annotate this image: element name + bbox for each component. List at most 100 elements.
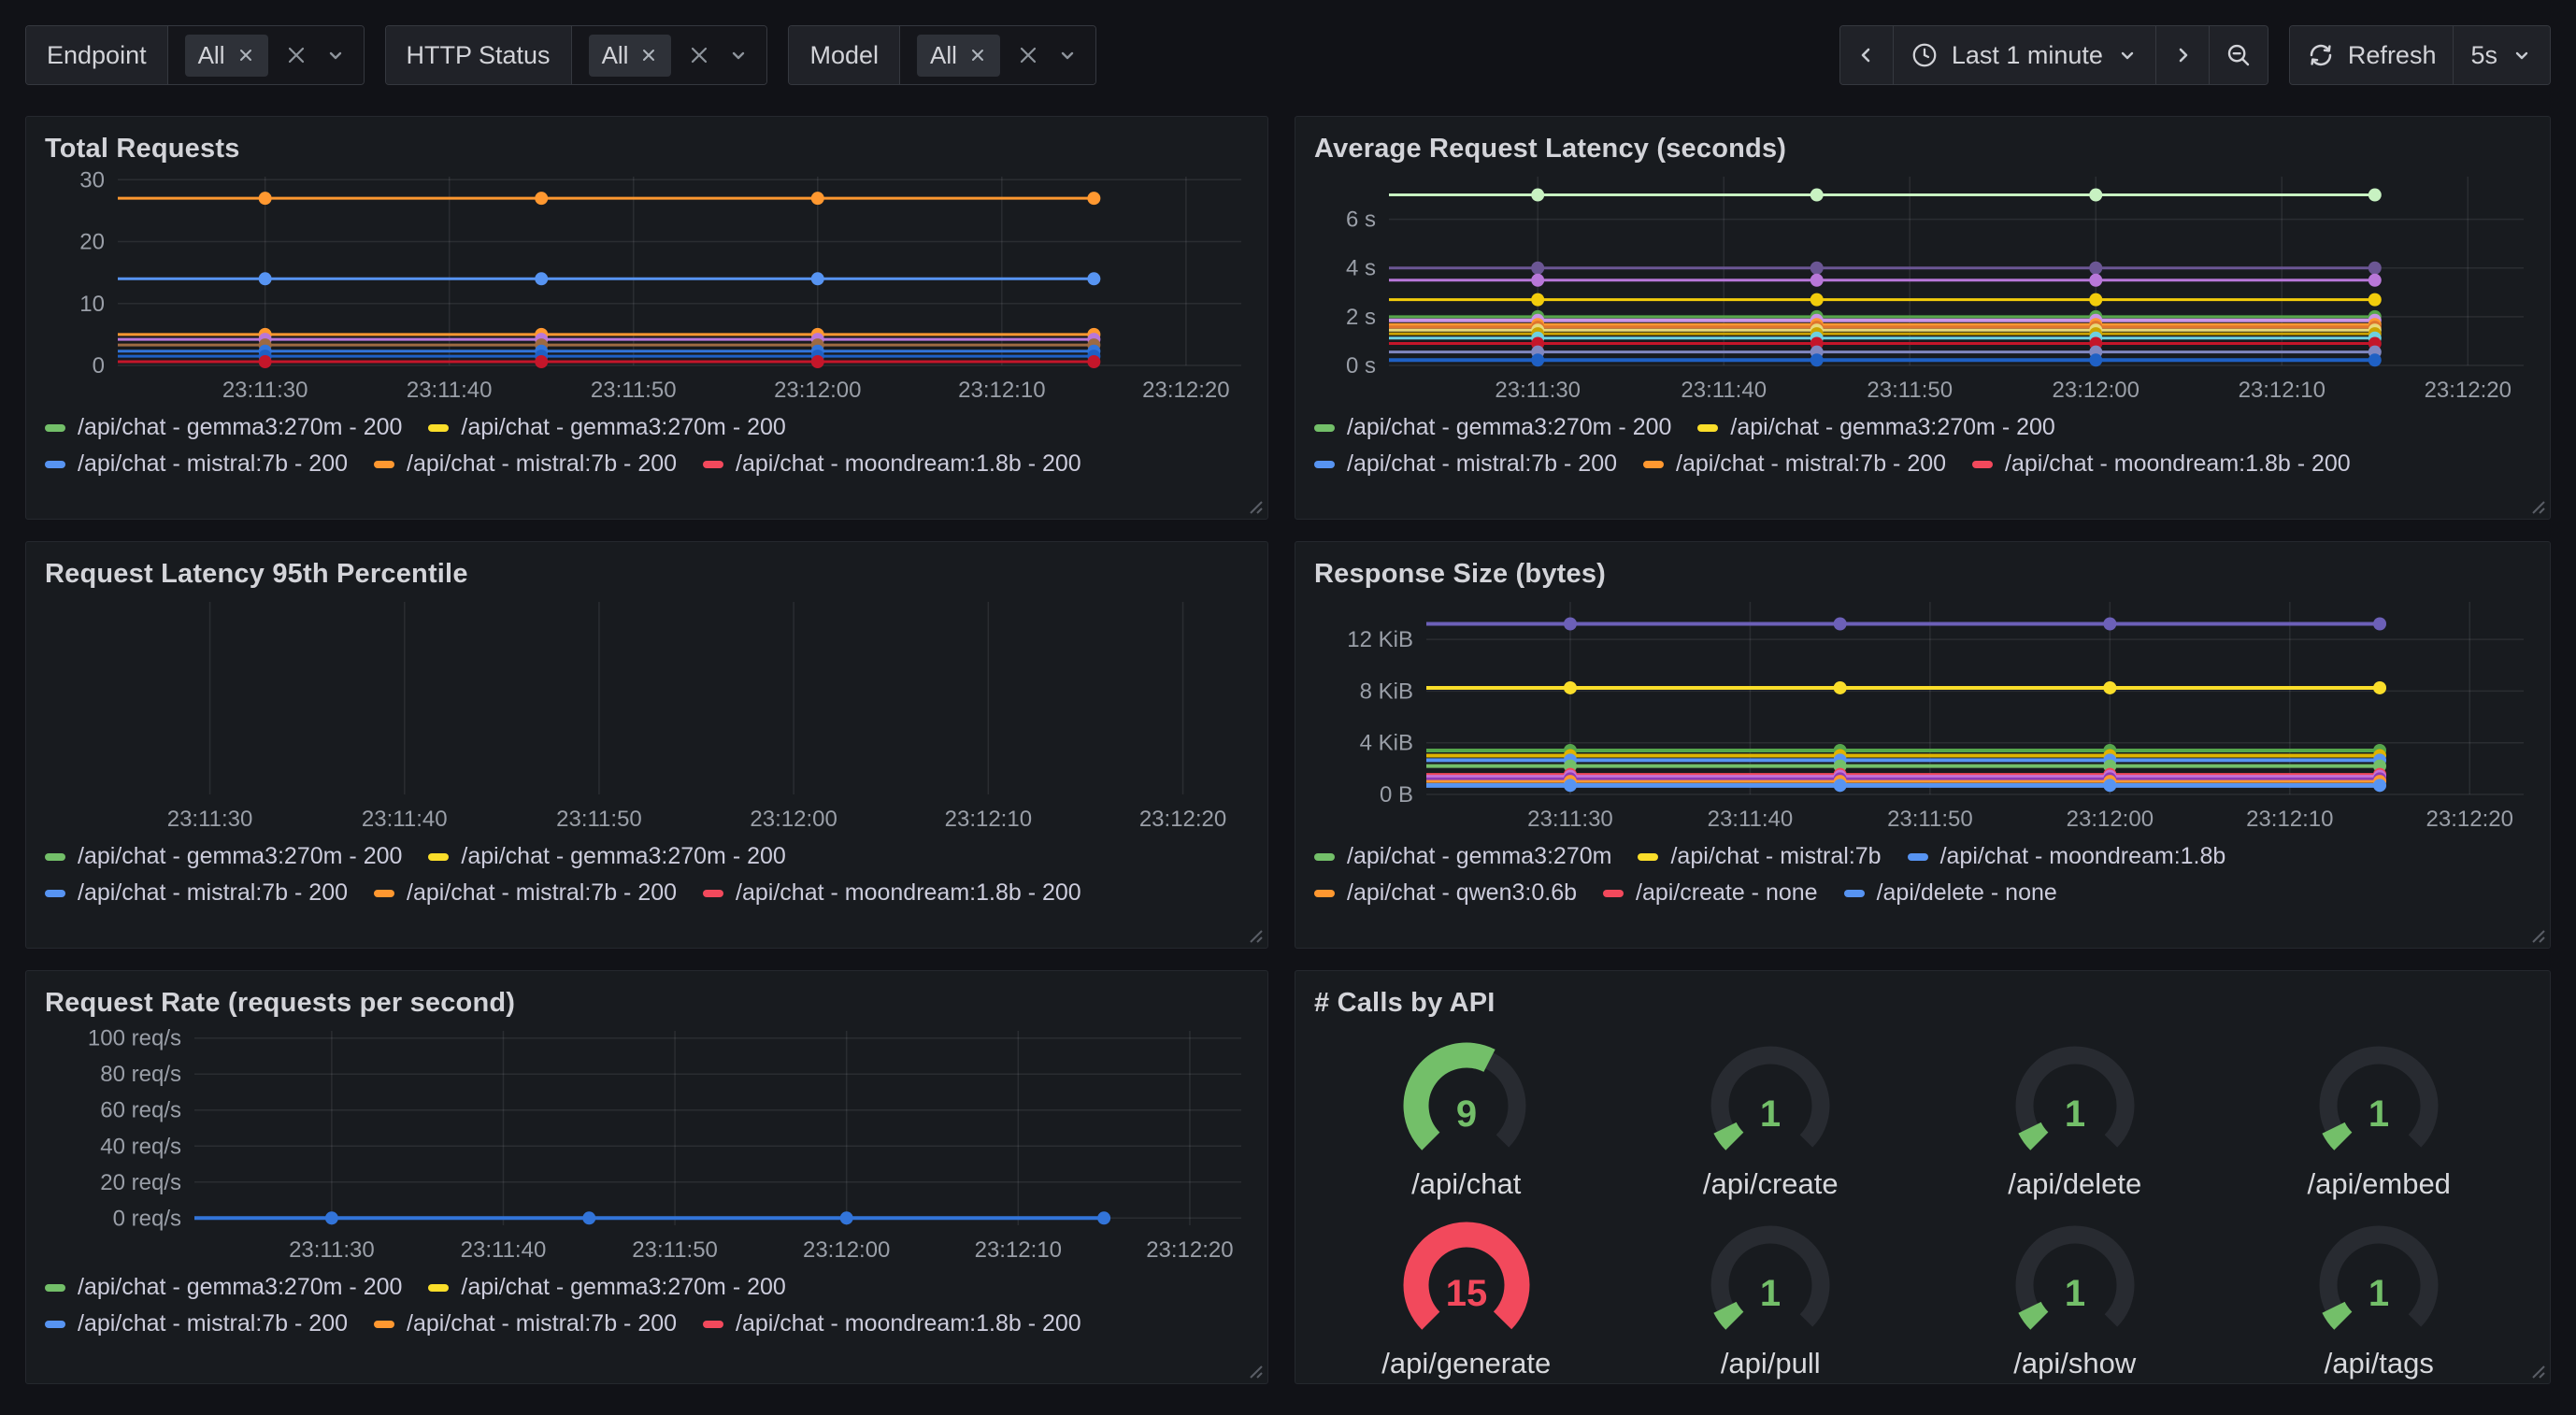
time-shift-forward-button[interactable] — [2155, 26, 2209, 84]
svg-text:23:12:20: 23:12:20 — [1142, 378, 1229, 403]
legend-item[interactable]: /api/chat - mistral:7b - 200 — [45, 879, 348, 907]
filter-endpoint[interactable]: Endpoint All — [25, 25, 365, 85]
legend-row: /api/chat - mistral:7b - 200/api/chat - … — [1314, 450, 2531, 478]
legend-row: /api/chat - mistral:7b - 200/api/chat - … — [45, 1310, 1249, 1337]
chevron-down-icon[interactable] — [1056, 44, 1079, 66]
panel-title[interactable]: Request Rate (requests per second) — [45, 984, 1249, 1022]
svg-text:23:12:00: 23:12:00 — [774, 378, 861, 403]
filter-model-value[interactable]: All — [900, 26, 1095, 84]
legend-item[interactable]: /api/chat - moondream:1.8b - 200 — [703, 879, 1081, 907]
gauge-/api/embed: 1/api/embed — [2227, 1033, 2532, 1201]
timeseries-chart[interactable]: 23:11:3023:11:4023:11:5023:12:0023:12:10… — [45, 596, 1251, 836]
legend-item[interactable]: /api/chat - mistral:7b - 200 — [1643, 450, 1946, 478]
zoom-out-time-button[interactable] — [2209, 26, 2268, 84]
svg-text:23:11:50: 23:11:50 — [1887, 807, 1973, 832]
close-icon[interactable] — [688, 44, 710, 66]
timeseries-chart[interactable]: 23:11:3023:11:4023:11:5023:12:0023:12:10… — [45, 1025, 1251, 1266]
legend-swatch-icon — [1643, 461, 1664, 468]
filter-http-status-value[interactable]: All — [572, 26, 767, 84]
legend-item[interactable]: /api/chat - moondream:1.8b - 200 — [703, 1310, 1081, 1337]
panel-title[interactable]: Response Size (bytes) — [1314, 555, 2531, 593]
filter-endpoint-chip[interactable]: All — [185, 35, 268, 77]
legend-swatch-icon — [374, 461, 394, 468]
gauge-endpoint-label: /api/tags — [2325, 1347, 2434, 1380]
refresh-interval-button[interactable]: 5s — [2453, 26, 2550, 84]
legend-item[interactable]: /api/delete - none — [1844, 879, 2057, 907]
legend-item[interactable]: /api/chat - mistral:7b - 200 — [374, 450, 677, 478]
diagonal-resize-icon[interactable] — [2529, 498, 2546, 515]
filter-model[interactable]: Model All — [788, 25, 1095, 85]
legend-swatch-icon — [374, 890, 394, 897]
filter-http-status-chip[interactable]: All — [589, 35, 672, 77]
legend-item[interactable]: /api/chat - mistral:7b - 200 — [374, 879, 677, 907]
legend-item[interactable]: /api/chat - gemma3:270m — [1314, 843, 1611, 870]
close-icon[interactable] — [968, 46, 987, 64]
diagonal-resize-icon[interactable] — [1247, 927, 1264, 944]
legend-item[interactable]: /api/chat - gemma3:270m - 200 — [1697, 414, 2054, 441]
panel-title[interactable]: Total Requests — [45, 130, 1249, 167]
panel-title[interactable]: Average Request Latency (seconds) — [1314, 130, 2531, 167]
legend-swatch-icon — [45, 1321, 65, 1328]
svg-text:20 req/s: 20 req/s — [100, 1170, 181, 1195]
timeseries-chart[interactable]: 23:11:3023:11:4023:11:5023:12:0023:12:10… — [45, 171, 1251, 407]
legend-swatch-icon — [1972, 461, 1993, 468]
svg-text:0 s: 0 s — [1346, 353, 1376, 379]
gauge-endpoint-label: /api/create — [1703, 1167, 1839, 1201]
diagonal-resize-icon[interactable] — [2529, 927, 2546, 944]
chevron-right-icon — [2171, 44, 2194, 66]
legend-item[interactable]: /api/chat - gemma3:270m - 200 — [45, 843, 402, 870]
diagonal-resize-icon[interactable] — [2529, 1363, 2546, 1379]
legend-item[interactable]: /api/chat - mistral:7b - 200 — [374, 1310, 677, 1337]
svg-text:23:11:50: 23:11:50 — [1867, 378, 1953, 403]
time-controls: Last 1 minute Refresh 5s — [1839, 25, 2551, 85]
legend-item[interactable]: /api/chat - gemma3:270m - 200 — [428, 414, 785, 441]
gauge-arc: 9 — [1387, 1033, 1546, 1169]
legend-item[interactable]: /api/chat - qwen3:0.6b — [1314, 879, 1577, 907]
legend-item[interactable]: /api/chat - gemma3:270m - 200 — [428, 1274, 785, 1301]
legend-row: /api/chat - gemma3:270m - 200/api/chat -… — [45, 414, 1249, 441]
filter-http-status[interactable]: HTTP Status All — [385, 25, 768, 85]
close-icon[interactable] — [1017, 44, 1039, 66]
legend-item[interactable]: /api/chat - gemma3:270m - 200 — [1314, 414, 1671, 441]
panel-title[interactable]: # Calls by API — [1314, 984, 2531, 1022]
refresh-button[interactable]: Refresh — [2290, 26, 2454, 84]
time-shift-back-button[interactable] — [1840, 26, 1893, 84]
filter-http-status-chip-text: All — [602, 41, 629, 70]
legend-item[interactable]: /api/chat - gemma3:270m - 200 — [428, 843, 785, 870]
legend-item[interactable]: /api/chat - moondream:1.8b - 200 — [703, 450, 1081, 478]
svg-text:23:11:50: 23:11:50 — [556, 807, 642, 832]
diagonal-resize-icon[interactable] — [1247, 498, 1264, 515]
timeseries-chart[interactable]: 23:11:3023:11:4023:11:5023:12:0023:12:10… — [1314, 596, 2533, 836]
legend-label: /api/chat - gemma3:270m - 200 — [1730, 414, 2054, 441]
filter-endpoint-label: Endpoint — [26, 26, 168, 84]
legend-item[interactable]: /api/chat - gemma3:270m - 200 — [45, 414, 402, 441]
panel-request-latency-95th: Request Latency 95th Percentile 23:11:30… — [25, 541, 1268, 949]
legend-row: /api/chat - mistral:7b - 200/api/chat - … — [45, 450, 1249, 478]
chevron-down-icon[interactable] — [727, 44, 750, 66]
svg-text:23:11:30: 23:11:30 — [167, 807, 253, 832]
legend-item[interactable]: /api/chat - mistral:7b - 200 — [45, 450, 348, 478]
svg-text:23:12:10: 23:12:10 — [945, 807, 1032, 832]
legend-item[interactable]: /api/create - none — [1603, 879, 1818, 907]
time-range-group: Last 1 minute — [1839, 25, 2268, 85]
timeseries-chart[interactable]: 23:11:3023:11:4023:11:5023:12:0023:12:10… — [1314, 171, 2533, 407]
legend-label: /api/chat - qwen3:0.6b — [1347, 879, 1577, 907]
legend-item[interactable]: /api/chat - moondream:1.8b — [1908, 843, 2226, 870]
legend-item[interactable]: /api/chat - mistral:7b — [1638, 843, 1881, 870]
legend-item[interactable]: /api/chat - moondream:1.8b - 200 — [1972, 450, 2351, 478]
filter-endpoint-value[interactable]: All — [168, 26, 364, 84]
close-icon[interactable] — [639, 46, 658, 64]
legend-item[interactable]: /api/chat - gemma3:270m - 200 — [45, 1274, 402, 1301]
time-range-picker-button[interactable]: Last 1 minute — [1893, 26, 2155, 84]
close-icon[interactable] — [236, 46, 255, 64]
gauge-/api/tags: 1/api/tags — [2227, 1212, 2532, 1380]
panel-title[interactable]: Request Latency 95th Percentile — [45, 555, 1249, 593]
legend-swatch-icon — [428, 853, 449, 861]
legend-item[interactable]: /api/chat - mistral:7b - 200 — [1314, 450, 1617, 478]
filter-model-chip[interactable]: All — [917, 35, 1000, 77]
diagonal-resize-icon[interactable] — [1247, 1363, 1264, 1379]
svg-text:30: 30 — [79, 171, 105, 193]
legend-item[interactable]: /api/chat - mistral:7b - 200 — [45, 1310, 348, 1337]
close-icon[interactable] — [285, 44, 308, 66]
chevron-down-icon[interactable] — [324, 44, 347, 66]
